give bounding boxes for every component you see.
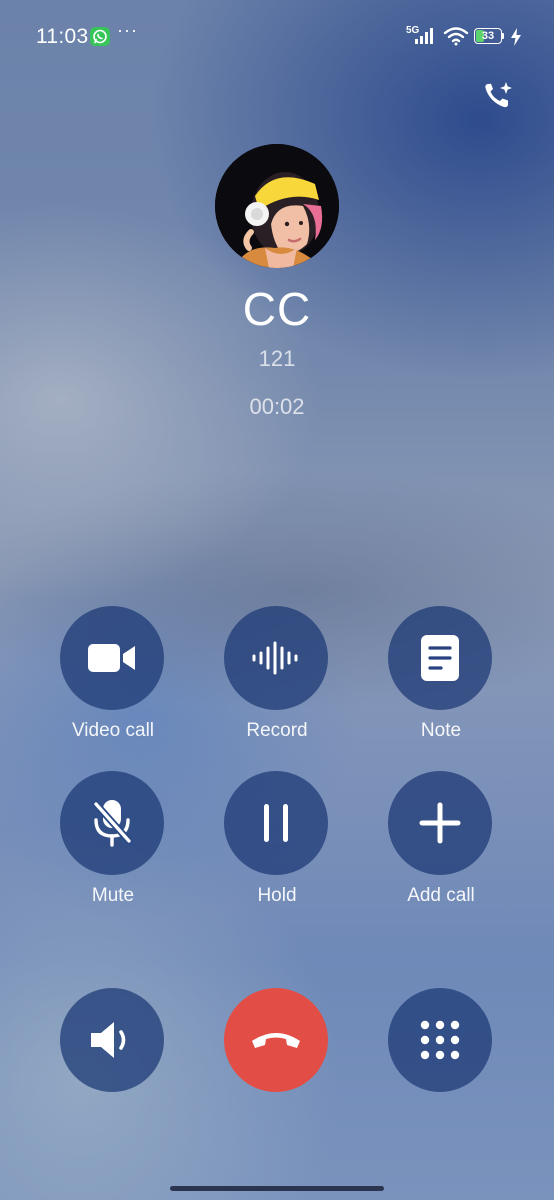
- mute-label: Mute: [91, 885, 135, 906]
- whatsapp-icon: [90, 27, 110, 46]
- keypad-button[interactable]: [388, 988, 492, 1092]
- note-label: Note: [420, 720, 462, 741]
- battery-indicator: 33: [474, 28, 504, 44]
- end-call-button[interactable]: [224, 988, 328, 1092]
- pause-icon: [264, 804, 288, 842]
- video-call-button[interactable]: [60, 606, 164, 710]
- wifi-icon: [443, 27, 469, 46]
- record-label: Record: [246, 720, 308, 741]
- phone-hangup-icon: [252, 1033, 300, 1048]
- in-call-screen: 11:03 ··· 5G 33 CC 121 00:02 Video call …: [0, 0, 554, 1200]
- speaker-icon: [91, 1022, 126, 1058]
- status-bar: 11:03 ··· 5G 33: [0, 0, 554, 72]
- note-button[interactable]: [388, 606, 492, 710]
- add-call-label: Add call: [407, 885, 475, 906]
- waveform-icon: [252, 641, 298, 675]
- add-call-button[interactable]: [388, 771, 492, 875]
- hold-button[interactable]: [224, 771, 328, 875]
- video-camera-icon: [88, 644, 135, 672]
- signal-strength-icon: [415, 28, 433, 44]
- plus-icon: [419, 802, 461, 844]
- speaker-button[interactable]: [60, 988, 164, 1092]
- mic-off-icon: [92, 800, 133, 847]
- more-notifications-indicator: ···: [117, 20, 138, 40]
- caller-name: CC: [242, 283, 312, 335]
- status-time: 11:03: [36, 25, 89, 48]
- caller-number: 121: [258, 346, 296, 371]
- note-icon: [421, 635, 459, 681]
- mute-button[interactable]: [60, 771, 164, 875]
- video-call-label: Video call: [71, 720, 155, 741]
- record-button[interactable]: [224, 606, 328, 710]
- charging-bolt-icon: [511, 28, 521, 46]
- battery-cap: [502, 33, 504, 39]
- hold-label: Hold: [257, 885, 297, 906]
- call-duration: 00:02: [249, 394, 305, 419]
- avatar-photo: [215, 144, 339, 268]
- phone-sparkle-icon[interactable]: [482, 79, 516, 113]
- keypad-icon: [420, 1020, 460, 1060]
- home-indicator[interactable]: [170, 1186, 384, 1191]
- battery-level: 33: [481, 30, 495, 42]
- caller-avatar: [215, 144, 339, 268]
